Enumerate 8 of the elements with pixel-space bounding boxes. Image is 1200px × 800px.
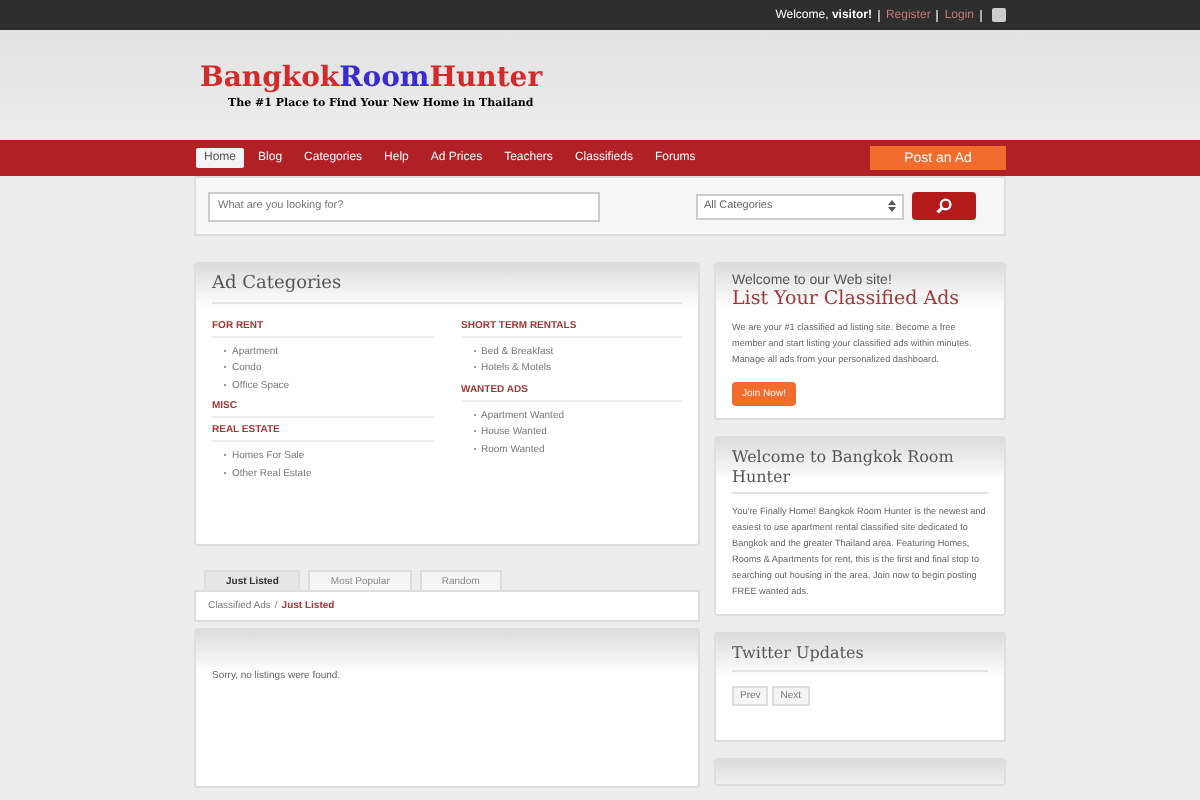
card-title: Ad Categories bbox=[212, 274, 682, 304]
search-icon bbox=[936, 198, 952, 214]
site-logo[interactable]: BangkokRoomHunter bbox=[200, 61, 1200, 93]
card-title: Twitter Updates bbox=[732, 644, 988, 672]
card-title: Welcome to Bangkok Room Hunter bbox=[732, 448, 988, 495]
updown-arrow-icon bbox=[888, 200, 896, 212]
search-button[interactable] bbox=[912, 192, 976, 220]
welcome-heading: List Your Classified Ads bbox=[732, 288, 962, 310]
